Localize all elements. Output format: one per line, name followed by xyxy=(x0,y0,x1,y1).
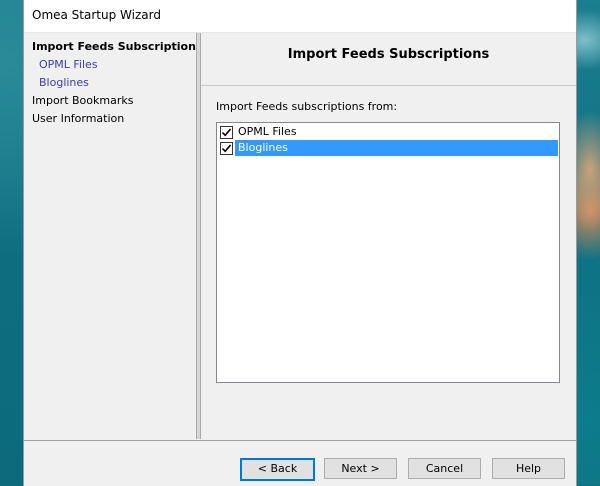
page-title: Import Feeds Subscriptions xyxy=(287,47,490,62)
back-button[interactable]: < Back xyxy=(240,458,315,481)
nav-item-opml-files[interactable]: OPML Files xyxy=(39,58,98,71)
checkmark-icon xyxy=(221,128,232,137)
nav-item-import-bookmarks[interactable]: Import Bookmarks xyxy=(32,94,133,107)
sources-list-label: Import Feeds subscriptions from: xyxy=(216,100,398,113)
sources-listbox[interactable]: OPML Files Bloglines xyxy=(216,122,560,383)
splitter-edge-left xyxy=(196,33,197,439)
page-header: Import Feeds Subscriptions xyxy=(201,33,576,86)
nav-item-bloglines[interactable]: Bloglines xyxy=(39,76,89,89)
cancel-button[interactable]: Cancel xyxy=(408,458,481,479)
button-bar: < Back Next > Cancel Help xyxy=(24,440,576,486)
list-item-label: OPML Files xyxy=(238,125,297,138)
next-button[interactable]: Next > xyxy=(324,458,397,479)
nav-item-import-feeds[interactable]: Import Feeds Subscriptions xyxy=(32,40,202,53)
title-bar[interactable]: Omea Startup Wizard xyxy=(24,0,576,33)
opml-files-checkbox[interactable] xyxy=(220,126,233,139)
nav-item-user-information[interactable]: User Information xyxy=(32,112,124,125)
wizard-nav-panel: Import Feeds Subscriptions OPML Files Bl… xyxy=(24,33,202,439)
wizard-page: Import Feeds Subscriptions Import Feeds … xyxy=(201,33,576,439)
window-title: Omea Startup Wizard xyxy=(32,8,161,22)
list-item-opml-files[interactable]: OPML Files xyxy=(218,124,558,140)
bloglines-checkbox[interactable] xyxy=(220,142,233,155)
checkmark-icon xyxy=(221,144,232,153)
list-item-bloglines[interactable]: Bloglines xyxy=(218,140,558,156)
wizard-window: Omea Startup Wizard Import Feeds Subscri… xyxy=(24,0,576,486)
help-button[interactable]: Help xyxy=(492,458,565,479)
list-item-label: Bloglines xyxy=(235,140,558,156)
